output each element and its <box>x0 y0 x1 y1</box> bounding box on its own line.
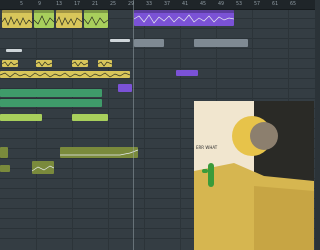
bar-number: 41 <box>182 1 189 7</box>
bar-line <box>180 10 181 250</box>
pattern-clip[interactable] <box>0 89 102 97</box>
bar-number: 65 <box>290 1 297 7</box>
waveform <box>56 16 82 26</box>
bar-number: 17 <box>74 1 81 7</box>
artwork-drawing <box>194 101 314 250</box>
bar-number: 9 <box>38 1 42 7</box>
bar-number: 37 <box>164 1 171 7</box>
bar-number: 53 <box>236 1 243 7</box>
waveform <box>0 72 130 78</box>
audio-clip[interactable] <box>176 70 198 76</box>
waveform <box>34 15 54 26</box>
track-divider <box>0 68 315 69</box>
audio-clip[interactable] <box>2 60 18 67</box>
bar-line <box>108 10 109 250</box>
cactus <box>208 163 214 187</box>
track-divider <box>0 28 315 29</box>
bar-line <box>72 10 73 250</box>
waveform <box>72 61 88 67</box>
bar-number: 33 <box>146 1 153 7</box>
automation-clip[interactable] <box>6 49 22 52</box>
pattern-clip[interactable] <box>72 114 108 121</box>
audio-clip[interactable] <box>56 10 82 28</box>
audio-clip[interactable] <box>36 60 52 67</box>
audio-clip[interactable] <box>194 39 248 47</box>
bar-number: 25 <box>110 1 117 7</box>
bar-number: 61 <box>272 1 279 7</box>
bar-number: 49 <box>218 1 225 7</box>
artwork-caption: ERR WHAT <box>196 145 218 150</box>
audio-clip[interactable] <box>134 10 234 26</box>
waveform <box>84 16 108 26</box>
bar-number: 13 <box>56 1 63 7</box>
bar-number: 57 <box>254 1 261 7</box>
bar-line <box>36 10 37 250</box>
playhead[interactable] <box>133 0 134 250</box>
automation-clip[interactable] <box>32 161 54 174</box>
bar-number: 45 <box>200 1 207 7</box>
automation-curve <box>60 149 138 156</box>
audio-clip[interactable] <box>134 39 164 47</box>
moon <box>250 122 278 150</box>
waveform <box>2 61 18 67</box>
audio-clip[interactable] <box>34 10 54 28</box>
waveform <box>134 14 234 24</box>
bar-number: 5 <box>20 1 24 7</box>
automation-clip[interactable] <box>0 165 10 172</box>
timeline-ruler[interactable]: 5 9 13 17 21 25 29 33 37 41 45 49 53 57 … <box>0 0 315 10</box>
audio-clip[interactable] <box>118 84 132 92</box>
bar-number: 21 <box>92 1 99 7</box>
album-artwork: ERR WHAT <box>194 101 314 250</box>
track-divider <box>0 48 315 49</box>
audio-clip[interactable] <box>84 10 108 28</box>
automation-clip[interactable] <box>60 147 138 158</box>
waveform <box>36 61 52 67</box>
waveform <box>2 16 32 26</box>
audio-clip[interactable] <box>0 71 130 78</box>
audio-clip[interactable] <box>72 60 88 67</box>
track-divider <box>0 58 315 59</box>
automation-clip[interactable] <box>110 39 130 42</box>
automation-curve <box>32 165 54 172</box>
waveform <box>98 61 112 67</box>
cactus-arm <box>202 169 208 173</box>
track-divider <box>0 78 315 79</box>
dune <box>254 186 314 250</box>
pattern-clip[interactable] <box>0 99 102 107</box>
pattern-clip[interactable] <box>0 114 42 121</box>
audio-clip[interactable] <box>98 60 112 67</box>
daw-playlist: 5 9 13 17 21 25 29 33 37 41 45 49 53 57 … <box>0 0 315 250</box>
audio-clip[interactable] <box>2 10 32 28</box>
automation-clip[interactable] <box>0 147 8 158</box>
